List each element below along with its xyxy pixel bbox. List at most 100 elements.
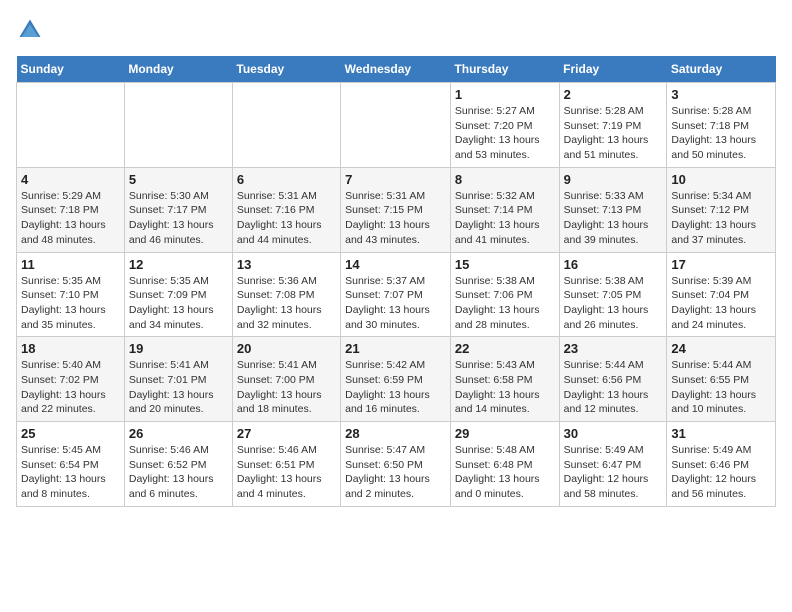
calendar-cell: 20Sunrise: 5:41 AMSunset: 7:00 PMDayligh… [232, 337, 340, 422]
calendar-cell: 19 Sunrise: 5:41 AMSunset: 7:01 PMDayligh… [124, 337, 232, 422]
calendar-cell: 10 Sunrise: 5:34 AMSunset: 7:12 PMDayligh… [667, 167, 776, 252]
header-thursday: Thursday [450, 56, 559, 83]
calendar-cell: 26Sunrise: 5:46 AMSunset: 6:52 PMDayligh… [124, 422, 232, 507]
calendar-cell: 9 Sunrise: 5:33 AMSunset: 7:13 PMDaylight… [559, 167, 667, 252]
calendar-week-5: 25 Sunrise: 5:45 AMSunset: 6:54 PMDayligh… [17, 422, 776, 507]
day-content: Sunrise: 5:29 AMSunset: 7:18 PMDaylight:… [21, 189, 120, 248]
day-number: 7 [345, 172, 446, 187]
day-content: Sunrise: 5:46 AMSunset: 6:51 PMDaylight:… [237, 443, 336, 502]
calendar-cell: 3 Sunrise: 5:28 AMSunset: 7:18 PMDaylight… [667, 83, 776, 168]
header-monday: Monday [124, 56, 232, 83]
day-number: 30 [564, 426, 663, 441]
day-content: Sunrise: 5:46 AMSunset: 6:52 PMDaylight:… [129, 443, 228, 502]
day-number: 4 [21, 172, 120, 187]
calendar-week-4: 18 Sunrise: 5:40 AMSunset: 7:02 PMDayligh… [17, 337, 776, 422]
calendar-cell: 18 Sunrise: 5:40 AMSunset: 7:02 PMDayligh… [17, 337, 125, 422]
calendar-cell: 25 Sunrise: 5:45 AMSunset: 6:54 PMDayligh… [17, 422, 125, 507]
day-number: 13 [237, 257, 336, 272]
day-content: Sunrise: 5:48 AMSunset: 6:48 PMDaylight:… [455, 443, 555, 502]
calendar-cell: 13 Sunrise: 5:36 AMSunset: 7:08 PMDayligh… [232, 252, 340, 337]
logo-icon [16, 16, 44, 44]
day-number: 21 [345, 341, 446, 356]
day-number: 18 [21, 341, 120, 356]
day-number: 28 [345, 426, 446, 441]
day-content: Sunrise: 5:28 AMSunset: 7:19 PMDaylight:… [564, 104, 663, 163]
day-number: 12 [129, 257, 228, 272]
day-content: Sunrise: 5:34 AMSunset: 7:12 PMDaylight:… [671, 189, 771, 248]
day-content: Sunrise: 5:36 AMSunset: 7:08 PMDaylight:… [237, 274, 336, 333]
calendar-cell: 27 Sunrise: 5:46 AMSunset: 6:51 PMDayligh… [232, 422, 340, 507]
calendar-cell: 7Sunrise: 5:31 AMSunset: 7:15 PMDaylight… [341, 167, 451, 252]
day-number: 29 [455, 426, 555, 441]
calendar-cell: 1 Sunrise: 5:27 AMSunset: 7:20 PMDaylight… [450, 83, 559, 168]
calendar-cell [17, 83, 125, 168]
calendar-cell: 8 Sunrise: 5:32 AMSunset: 7:14 PMDaylight… [450, 167, 559, 252]
calendar-cell: 5 Sunrise: 5:30 AMSunset: 7:17 PMDaylight… [124, 167, 232, 252]
day-number: 19 [129, 341, 228, 356]
day-content: Sunrise: 5:47 AMSunset: 6:50 PMDaylight:… [345, 443, 446, 502]
day-content: Sunrise: 5:28 AMSunset: 7:18 PMDaylight:… [671, 104, 771, 163]
day-number: 16 [564, 257, 663, 272]
logo [16, 16, 48, 44]
day-content: Sunrise: 5:45 AMSunset: 6:54 PMDaylight:… [21, 443, 120, 502]
day-number: 14 [345, 257, 446, 272]
calendar-cell [341, 83, 451, 168]
day-content: Sunrise: 5:49 AMSunset: 6:46 PMDaylight:… [671, 443, 771, 502]
calendar-week-2: 4 Sunrise: 5:29 AMSunset: 7:18 PMDaylight… [17, 167, 776, 252]
calendar-cell: 22 Sunrise: 5:43 AMSunset: 6:58 PMDayligh… [450, 337, 559, 422]
day-content: Sunrise: 5:44 AMSunset: 6:55 PMDaylight:… [671, 358, 771, 417]
day-content: Sunrise: 5:41 AMSunset: 7:00 PMDaylight:… [237, 358, 336, 417]
day-content: Sunrise: 5:44 AMSunset: 6:56 PMDaylight:… [564, 358, 663, 417]
calendar-cell: 30 Sunrise: 5:49 AMSunset: 6:47 PMDayligh… [559, 422, 667, 507]
day-number: 2 [564, 87, 663, 102]
day-number: 3 [671, 87, 771, 102]
calendar-table: SundayMondayTuesdayWednesdayThursdayFrid… [16, 56, 776, 507]
day-content: Sunrise: 5:40 AMSunset: 7:02 PMDaylight:… [21, 358, 120, 417]
calendar-cell: 4 Sunrise: 5:29 AMSunset: 7:18 PMDaylight… [17, 167, 125, 252]
header-tuesday: Tuesday [232, 56, 340, 83]
day-content: Sunrise: 5:41 AMSunset: 7:01 PMDaylight:… [129, 358, 228, 417]
calendar-cell: 23 Sunrise: 5:44 AMSunset: 6:56 PMDayligh… [559, 337, 667, 422]
day-number: 24 [671, 341, 771, 356]
header-sunday: Sunday [17, 56, 125, 83]
day-content: Sunrise: 5:49 AMSunset: 6:47 PMDaylight:… [564, 443, 663, 502]
page-header [16, 16, 776, 44]
calendar-cell: 17 Sunrise: 5:39 AMSunset: 7:04 PMDayligh… [667, 252, 776, 337]
calendar-cell: 15 Sunrise: 5:38 AMSunset: 7:06 PMDayligh… [450, 252, 559, 337]
calendar-week-1: 1 Sunrise: 5:27 AMSunset: 7:20 PMDaylight… [17, 83, 776, 168]
day-content: Sunrise: 5:43 AMSunset: 6:58 PMDaylight:… [455, 358, 555, 417]
calendar-cell: 11 Sunrise: 5:35 AMSunset: 7:10 PMDayligh… [17, 252, 125, 337]
calendar-cell: 14 Sunrise: 5:37 AMSunset: 7:07 PMDayligh… [341, 252, 451, 337]
calendar-cell: 29 Sunrise: 5:48 AMSunset: 6:48 PMDayligh… [450, 422, 559, 507]
calendar-cell: 31Sunrise: 5:49 AMSunset: 6:46 PMDayligh… [667, 422, 776, 507]
day-number: 9 [564, 172, 663, 187]
day-content: Sunrise: 5:27 AMSunset: 7:20 PMDaylight:… [455, 104, 555, 163]
day-content: Sunrise: 5:30 AMSunset: 7:17 PMDaylight:… [129, 189, 228, 248]
day-number: 22 [455, 341, 555, 356]
day-number: 27 [237, 426, 336, 441]
day-number: 10 [671, 172, 771, 187]
calendar-header-row: SundayMondayTuesdayWednesdayThursdayFrid… [17, 56, 776, 83]
calendar-cell [232, 83, 340, 168]
day-content: Sunrise: 5:42 AMSunset: 6:59 PMDaylight:… [345, 358, 446, 417]
day-content: Sunrise: 5:35 AMSunset: 7:10 PMDaylight:… [21, 274, 120, 333]
day-number: 15 [455, 257, 555, 272]
day-number: 23 [564, 341, 663, 356]
calendar-cell: 28 Sunrise: 5:47 AMSunset: 6:50 PMDayligh… [341, 422, 451, 507]
day-content: Sunrise: 5:33 AMSunset: 7:13 PMDaylight:… [564, 189, 663, 248]
day-number: 25 [21, 426, 120, 441]
calendar-cell: 6 Sunrise: 5:31 AMSunset: 7:16 PMDaylight… [232, 167, 340, 252]
day-content: Sunrise: 5:38 AMSunset: 7:06 PMDaylight:… [455, 274, 555, 333]
day-number: 17 [671, 257, 771, 272]
day-number: 8 [455, 172, 555, 187]
day-content: Sunrise: 5:32 AMSunset: 7:14 PMDaylight:… [455, 189, 555, 248]
day-content: Sunrise: 5:37 AMSunset: 7:07 PMDaylight:… [345, 274, 446, 333]
day-content: Sunrise: 5:39 AMSunset: 7:04 PMDaylight:… [671, 274, 771, 333]
day-number: 1 [455, 87, 555, 102]
day-content: Sunrise: 5:35 AMSunset: 7:09 PMDaylight:… [129, 274, 228, 333]
day-number: 11 [21, 257, 120, 272]
calendar-cell: 2 Sunrise: 5:28 AMSunset: 7:19 PMDaylight… [559, 83, 667, 168]
day-number: 5 [129, 172, 228, 187]
day-content: Sunrise: 5:31 AMSunset: 7:16 PMDaylight:… [237, 189, 336, 248]
day-number: 6 [237, 172, 336, 187]
